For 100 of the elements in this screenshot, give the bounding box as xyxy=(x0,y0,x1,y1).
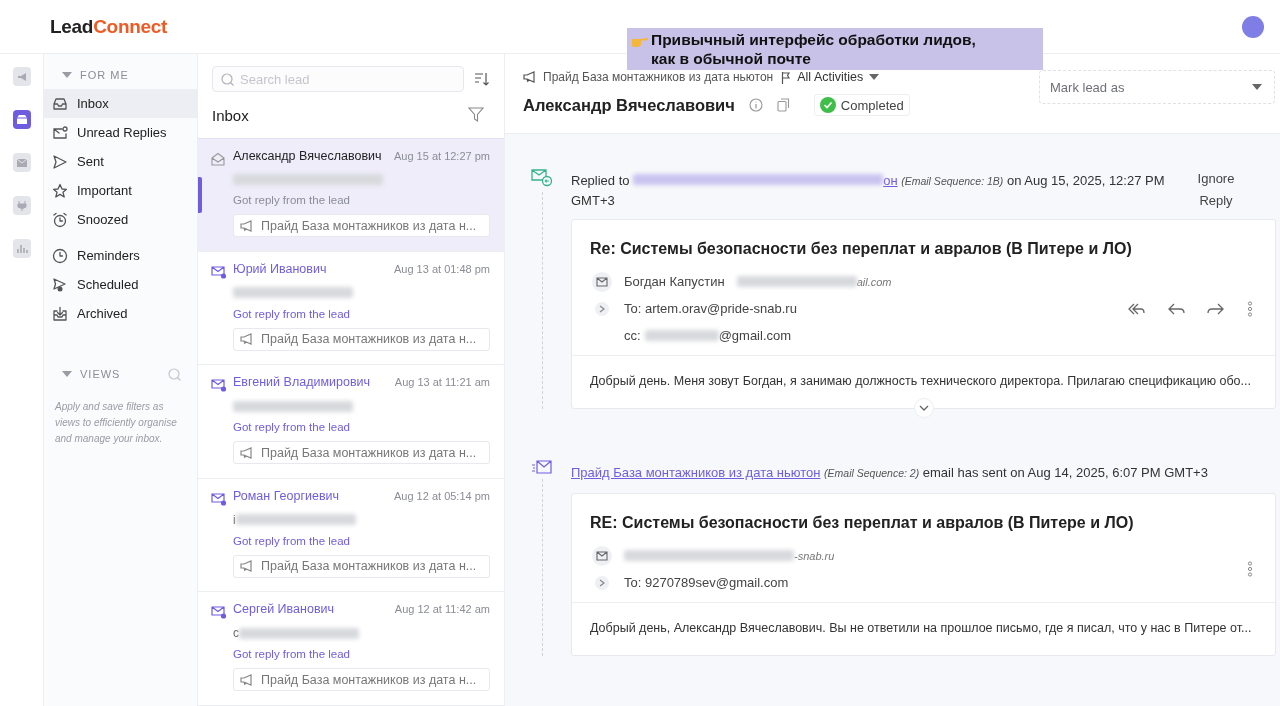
open-envelope-icon xyxy=(211,152,225,166)
collapse-triangle-icon[interactable] xyxy=(62,72,72,78)
megaphone-icon xyxy=(240,333,255,346)
lead-time: Aug 12 at 05:14 pm xyxy=(394,489,490,502)
lead-list-item[interactable]: Евгений Владимирович Aug 13 at 11:21 am Got reply from the lead Прайд База монтажников из дата н... xyxy=(198,365,504,479)
sort-icon[interactable] xyxy=(474,72,490,86)
campaign-tag: Прайд База монтажников из дата н... xyxy=(233,327,490,351)
lead-time: Aug 13 at 01:48 pm xyxy=(394,262,490,275)
search-field[interactable]: Search lead xyxy=(212,66,464,92)
forward-icon[interactable] xyxy=(1207,301,1225,316)
inbox-icon xyxy=(52,95,68,112)
nav-item[interactable]: Archived xyxy=(44,299,197,328)
lead-name: Александр Вячеславович xyxy=(523,95,735,115)
send-icon xyxy=(52,153,68,170)
scheduled-send-icon xyxy=(52,276,68,293)
list-title: Inbox xyxy=(212,106,249,124)
megaphone-icon xyxy=(240,673,255,686)
activity-text: Replied to он (Email Sequence: 1B) on Aug 15, 2025, 12:27 PM GMT+3 xyxy=(571,172,1166,210)
lead-list-item[interactable]: Юрий Иванович Aug 13 at 01:48 pm Got reply from the lead Прайд База монтажников из дата н... xyxy=(198,251,504,366)
lead-status: Got reply from the lead xyxy=(233,534,351,547)
campaign-tag: Прайд База монтажников из дата н... xyxy=(233,441,490,465)
envelope-dot-icon xyxy=(52,124,68,141)
sender-email: ail.com xyxy=(856,275,892,288)
cc-label: cc: xyxy=(624,328,641,343)
lead-name: Сергей Иванович xyxy=(233,602,335,617)
rail-envelope-icon[interactable] xyxy=(12,153,31,172)
megaphone-icon xyxy=(240,219,255,232)
lead-email: i xyxy=(233,512,236,527)
lead-list-item[interactable]: Александр Вячеславович Aug 15 at 12:27 pm Got reply from the lead Прайд База монтажников из дата н... xyxy=(198,138,504,252)
nav-item[interactable]: Inbox xyxy=(44,89,197,118)
filter-icon[interactable] xyxy=(468,107,484,123)
rail-chart-icon[interactable] xyxy=(12,239,31,258)
nav-item[interactable]: Reminders xyxy=(44,241,197,270)
nav-item[interactable]: Sent xyxy=(44,147,197,176)
caret-icon xyxy=(1252,84,1262,90)
megaphone-icon xyxy=(240,446,255,459)
recipient-text: To: artem.orav@pride-snab.ru xyxy=(624,301,797,316)
envelope-dot-icon xyxy=(211,378,227,394)
email-subject: RE: Системы безопасности без переплат и авралов (В Питере и ЛО) xyxy=(589,513,1135,533)
section-heading: VIEWS xyxy=(80,368,121,380)
rail-plug-icon[interactable] xyxy=(12,196,31,215)
ignore-reply-button[interactable]: Ignore Reply xyxy=(1186,168,1246,212)
campaign-tag: Прайд База монтажников из дата н... xyxy=(233,554,490,578)
search-icon[interactable] xyxy=(168,367,181,381)
campaign-link[interactable]: Прайд База монтажников из дата ньютон xyxy=(571,464,821,480)
lead-name: Роман Георгиевич xyxy=(233,488,340,503)
lead-status: Got reply from the lead xyxy=(233,648,351,661)
campaign-link[interactable]: он xyxy=(883,173,898,188)
collapse-triangle-icon[interactable] xyxy=(62,371,72,377)
activity-filter[interactable]: All Activities xyxy=(781,70,880,84)
app-logo: LeadConnect xyxy=(50,15,168,38)
check-circle-icon xyxy=(819,97,836,113)
envelope-icon xyxy=(596,550,608,561)
caption-banner: Привычный интерфейс обработки лидов, как в обычной почте xyxy=(627,28,1043,70)
archive-tray-icon xyxy=(52,305,68,322)
lead-status: Got reply from the lead xyxy=(233,307,351,320)
lead-email: c xyxy=(233,626,239,641)
user-avatar[interactable] xyxy=(1242,15,1264,38)
sender-email: -snab.ru xyxy=(794,549,835,562)
copy-icon[interactable] xyxy=(776,98,790,112)
lead-name: Евгений Владимирович xyxy=(233,375,371,390)
views-hint-text: Apply and save filters as views to efficiently organise and manage your inbox. xyxy=(53,400,178,446)
lead-name: Александр Вячеславович xyxy=(233,149,382,163)
alarm-clock-icon xyxy=(52,211,68,228)
nav-item[interactable]: Scheduled xyxy=(44,270,197,299)
caret-icon xyxy=(869,74,880,80)
more-options-icon[interactable] xyxy=(1247,300,1253,317)
more-options-icon[interactable] xyxy=(1247,561,1253,577)
activity-text: Прайд База монтажников из дата ньютон (Email Sequence: 2) email has sent on Aug 14, 2025, 6:07 PM GMT+3 xyxy=(571,463,1209,482)
sender-name: Богдан Капустин xyxy=(624,274,725,289)
lead-time: Aug 15 at 12:27 pm xyxy=(394,150,490,162)
chevron-down-icon xyxy=(918,405,929,411)
lead-list-item[interactable]: Роман Георгиевич Aug 12 at 05:14 pm i Got reply from the lead Прайд База монтажников из дата н... xyxy=(198,478,504,593)
nav-item[interactable]: Unread Replies xyxy=(44,118,197,147)
selection-indicator xyxy=(198,177,202,213)
lead-time: Aug 13 at 11:21 am xyxy=(394,376,490,389)
rail-megaphone-icon[interactable] xyxy=(12,67,31,86)
cc-email: @gmail.com xyxy=(718,328,792,343)
campaign-tag: Прайд База монтажников из дата н... xyxy=(233,668,490,692)
campaign-name: Прайд База монтажников из дата ньютон xyxy=(543,70,774,84)
nav-item[interactable]: Snoozed xyxy=(44,205,197,234)
rail-inbox-icon[interactable] xyxy=(12,110,31,129)
megaphone-icon xyxy=(523,71,537,83)
megaphone-icon xyxy=(240,560,255,573)
clock-icon xyxy=(52,247,68,264)
mark-lead-dropdown[interactable]: Mark lead as xyxy=(1039,70,1275,104)
email-preview: Добрый день, Александр Вячеславович. Вы не ответили на прошлое письмо, где я писал, что у нас в Питере от... xyxy=(572,602,1275,655)
envelope-dot-icon xyxy=(211,491,227,507)
chevron-right-icon[interactable] xyxy=(599,578,605,587)
recipient-text: To: 9270789sev@gmail.com xyxy=(624,575,789,590)
chevron-right-icon[interactable] xyxy=(599,304,605,313)
nav-item[interactable]: Important xyxy=(44,176,197,205)
envelope-dot-icon xyxy=(211,605,227,621)
expand-button[interactable] xyxy=(913,398,934,418)
email-subject: Re: Системы безопасности без переплат и авралов (В Питере и ЛО) xyxy=(589,239,1133,259)
campaign-tag: Прайд База монтажников из дата н... xyxy=(233,214,490,237)
info-icon[interactable] xyxy=(748,98,763,112)
reply-icon[interactable] xyxy=(1167,301,1185,316)
lead-list-item[interactable]: Сергей Иванович Aug 12 at 11:42 am c Got reply from the lead Прайд База монтажников из дата н... xyxy=(198,592,504,706)
section-heading: FOR ME xyxy=(80,69,129,81)
